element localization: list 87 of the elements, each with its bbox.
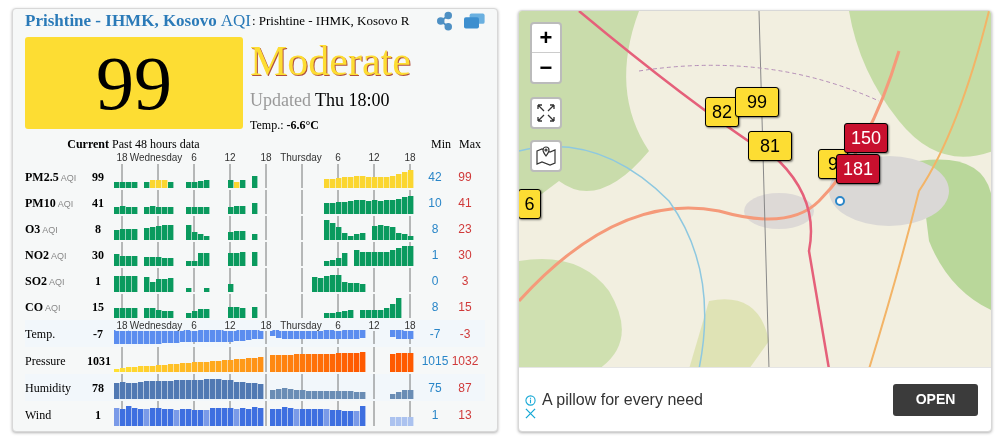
axis-label: 18 <box>404 152 416 164</box>
axis-label: 18 <box>116 152 128 164</box>
current-value: 1031 <box>87 352 109 370</box>
max-value: 30 <box>457 247 473 264</box>
updated-time: Thu 18:00 <box>315 89 390 112</box>
row-label: Temp. <box>25 325 56 343</box>
current-value: -7 <box>92 325 104 343</box>
aqi-marker[interactable]: 99 <box>735 87 779 117</box>
axis-label: 6 <box>191 152 197 164</box>
min-value: 0 <box>430 273 440 290</box>
max-header: Max <box>458 136 482 153</box>
axis-label: 12 <box>367 320 381 331</box>
row-label: PM2.5 <box>25 169 59 186</box>
aqi-category: Moderate <box>250 37 411 85</box>
aqi-value-box: 99 <box>25 37 243 129</box>
max-value: 1032 <box>450 352 480 370</box>
axis-label: 18 <box>403 320 417 331</box>
current-value: 30 <box>91 247 105 264</box>
max-value: 41 <box>457 195 473 212</box>
min-value: 8 <box>430 221 440 238</box>
min-value: 42 <box>427 169 443 186</box>
axis-label: Thursday <box>279 320 323 331</box>
open-button[interactable]: OPEN <box>893 383 978 416</box>
min-header: Min <box>430 136 452 153</box>
row-label: PM10 <box>25 195 56 212</box>
current-value: 1 <box>94 273 102 290</box>
unit-label: AQI <box>51 250 67 263</box>
aqi-marker[interactable]: 82 <box>705 97 739 127</box>
max-value: 15 <box>457 299 473 316</box>
unit-label: AQI <box>42 224 58 237</box>
axis-label: 12 <box>223 320 237 331</box>
zoom-out-button[interactable]: − <box>532 53 560 82</box>
min-value: -7 <box>428 325 442 343</box>
axis-label: 18 <box>260 152 272 164</box>
max-value: 3 <box>460 273 470 290</box>
zoom-in-button[interactable]: + <box>532 24 560 53</box>
min-value: 75 <box>427 379 443 397</box>
row-label: NO2 <box>25 247 49 264</box>
axis-label: 12 <box>224 152 236 164</box>
current-header: Current <box>66 136 109 153</box>
current-value: 99 <box>91 169 105 186</box>
axis-label: 6 <box>190 320 198 331</box>
max-value: 13 <box>457 406 473 424</box>
updated-label: Updated <box>250 89 311 112</box>
station-title[interactable]: Prishtine - IHMK, Kosovo <box>25 8 217 34</box>
aqi-marker[interactable]: 81 <box>748 131 792 161</box>
row-label: CO <box>25 299 43 316</box>
current-value: 41 <box>91 195 105 212</box>
aqi-marker[interactable]: 150 <box>844 123 888 153</box>
axis-label: 18 <box>115 320 129 331</box>
min-value: 1015 <box>420 352 450 370</box>
min-value: 1 <box>430 406 440 424</box>
row-label: SO2 <box>25 273 47 290</box>
unit-label: AQI <box>60 172 77 185</box>
row-label: O3 <box>25 221 41 238</box>
current-value: 78 <box>91 379 105 397</box>
current-value: 1 <box>94 406 102 424</box>
unit-label: AQI <box>57 198 74 211</box>
axis-label: 6 <box>335 152 341 164</box>
current-value: 15 <box>91 299 105 316</box>
axis-label: 6 <box>334 320 342 331</box>
min-value: 8 <box>430 299 440 316</box>
axis-label: Wednesday <box>128 320 184 331</box>
max-value: 99 <box>457 169 473 186</box>
axis-label: Thursday <box>280 152 322 164</box>
aqi-label: AQI <box>220 10 251 33</box>
temperature-value: -6.6°C <box>286 117 319 134</box>
max-value: 87 <box>457 379 473 397</box>
ad-text: A pillow for every need <box>542 389 704 410</box>
max-value: 23 <box>457 221 473 238</box>
unit-label: AQI <box>49 276 65 289</box>
row-label: Pressure <box>25 352 66 370</box>
aqi-marker[interactable]: 6 <box>519 189 541 219</box>
min-value: 1 <box>430 247 440 264</box>
min-value: 10 <box>427 195 443 212</box>
axis-label: 12 <box>368 152 380 164</box>
axis-label: Wednesday <box>129 152 183 164</box>
station-subtitle: : Prishtine - IHMK, Kosovo R <box>251 12 410 31</box>
history-header: Past 48 hours data <box>112 136 201 153</box>
current-value: 8 <box>94 221 102 238</box>
unit-label: AQI <box>45 302 61 315</box>
row-label: Wind <box>25 406 52 424</box>
aqi-marker[interactable]: 181 <box>836 154 880 184</box>
max-value: -3 <box>458 325 472 343</box>
row-label: Humidity <box>25 379 71 397</box>
temperature-label: Temp.: <box>250 117 284 134</box>
axis-label: 18 <box>259 320 273 331</box>
